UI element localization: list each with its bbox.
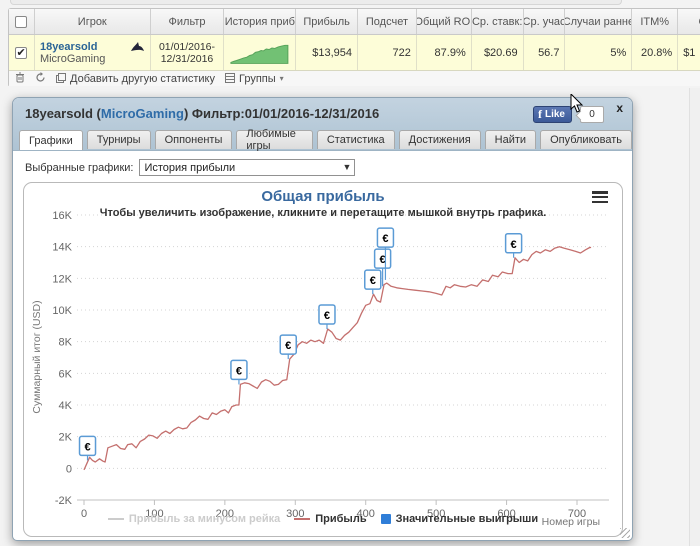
svg-text:€: € — [382, 233, 388, 245]
player-details-dialog: 18yearsold (MicroGaming) Фильтр:01/01/20… — [12, 97, 633, 541]
cursor-pointer-icon — [570, 94, 584, 113]
filter-value: 01/01/2016- 12/31/2016 — [151, 35, 225, 70]
col-count[interactable]: Подсчет — [358, 9, 417, 34]
cell-profit: $13,954 — [296, 35, 359, 70]
graph-selector-label: Выбранные графики: — [25, 161, 134, 174]
cell-avg-entrants: 56.7 — [524, 35, 566, 70]
page: Игрок Фильтр История приб Прибыль Подсче… — [0, 0, 700, 546]
cell-total-roi: 87.9% — [417, 35, 472, 70]
y-axis-title: Суммарный итог (USD) — [31, 300, 43, 414]
col-profit-history[interactable]: История приб — [224, 9, 297, 34]
cell-avg-stake: $20.69 — [472, 35, 524, 70]
svg-text:€: € — [380, 254, 386, 266]
add-statistic-button[interactable]: Добавить другую статистику — [56, 72, 215, 85]
select-all-checkbox[interactable] — [15, 15, 28, 28]
table-row: 18yearsold MicroGaming 01/01/2016- 12/31… — [9, 35, 700, 71]
legend-square-marker — [380, 514, 391, 524]
col-total-roi[interactable]: Общий ROI — [417, 9, 472, 34]
groups-icon — [225, 72, 235, 85]
tab-5[interactable]: Статистика — [316, 130, 395, 149]
legend-item-bigwins[interactable]: Значительные выигрыши — [380, 513, 538, 525]
top-panel-edge — [10, 0, 622, 5]
add-statistic-icon — [56, 72, 66, 85]
legend-item-profit[interactable]: Прибыль — [294, 513, 367, 525]
chart-subtitle: Чтобы увеличить изображение, кликните и … — [99, 207, 547, 219]
legend-line-marker — [107, 518, 124, 520]
cell-avg-partial: $1 — [678, 35, 700, 70]
chart-plot-area[interactable]: -2K02K4K6K8K10K12K14K16K0 100 200 300 400 500… — [24, 183, 622, 536]
stats-table: Игрок Фильтр История приб Прибыль Подсче… — [8, 8, 700, 86]
col-avg-entrants[interactable]: Ср. учас — [524, 9, 566, 34]
svg-text:4K: 4K — [59, 400, 73, 412]
legend-item-rake[interactable]: Прибыль за минусом рейка — [107, 513, 280, 525]
col-profit[interactable]: Прибыль — [296, 9, 359, 34]
cell-itm: 20.8% — [632, 35, 679, 70]
svg-text:-2K: -2K — [55, 495, 73, 507]
trash-icon[interactable] — [15, 72, 25, 85]
col-player[interactable]: Игрок — [35, 9, 151, 34]
svg-text:€: € — [285, 340, 291, 352]
dialog-tabs: Графики Турниры Оппоненты Любимые игры Стати… — [19, 128, 632, 152]
dialog-titlebar[interactable]: 18yearsold (MicroGaming) Фильтр:01/01/20… — [13, 98, 632, 152]
svg-text:6K: 6K — [59, 368, 73, 380]
col-filter[interactable]: Фильтр — [151, 9, 225, 34]
svg-text:€: € — [370, 275, 376, 287]
svg-text:€: € — [84, 441, 90, 453]
facebook-icon: f — [537, 107, 542, 121]
hamburger-menu-icon[interactable] — [592, 191, 608, 203]
groups-button[interactable]: Группы ▾ — [225, 72, 284, 85]
close-icon[interactable]: x — [616, 101, 623, 115]
cell-early-cases: 5% — [565, 35, 633, 70]
svg-text:14K: 14K — [52, 242, 72, 254]
col-itm[interactable]: ITM% — [632, 9, 679, 34]
player-link[interactable]: 18yearsold — [40, 41, 97, 53]
legend-line-marker — [294, 518, 311, 520]
row-checkbox[interactable] — [15, 46, 28, 59]
svg-text:€: € — [236, 365, 242, 377]
graph-select[interactable]: История прибыли ▼ — [139, 159, 356, 176]
tab-4[interactable]: Любимые игры — [236, 128, 313, 152]
svg-text:10K: 10K — [52, 305, 72, 317]
svg-text:€: € — [511, 239, 517, 251]
tab-6[interactable]: Достижения — [398, 130, 481, 149]
col-avg-stake[interactable]: Ср. ставк: — [472, 9, 524, 34]
tab-1[interactable]: Графики — [19, 130, 83, 150]
page-right-edge — [689, 88, 700, 546]
table-header-row: Игрок Фильтр История приб Прибыль Подсче… — [9, 9, 700, 35]
chart-legend: Прибыль за минусом рейка Прибыль Значите… — [24, 513, 622, 525]
tab-3[interactable]: Оппоненты — [154, 130, 233, 149]
tab-7[interactable]: Найти — [484, 130, 537, 149]
svg-text:12K: 12K — [52, 273, 72, 285]
resize-grip-icon[interactable] — [619, 527, 630, 538]
select-arrow-icon: ▼ — [342, 162, 352, 172]
dropdown-arrow-icon: ▾ — [279, 74, 284, 83]
profit-sparkline[interactable] — [229, 40, 290, 66]
tab-2[interactable]: Турниры — [86, 130, 151, 149]
svg-text:2K: 2K — [59, 432, 73, 444]
cell-count: 722 — [358, 35, 417, 70]
svg-text:8K: 8K — [59, 337, 73, 349]
dialog-title: 18yearsold (MicroGaming) Фильтр:01/01/20… — [25, 106, 380, 121]
svg-text:€: € — [324, 310, 330, 322]
dialog-body: Выбранные графики: История прибыли ▼ -2K… — [13, 151, 632, 540]
refresh-icon[interactable] — [35, 72, 46, 85]
table-toolbar: Добавить другую статистику Группы ▾ — [9, 71, 700, 86]
col-early-cases[interactable]: Случаи ранне — [565, 9, 633, 34]
chart-title: Общая прибыль — [261, 188, 385, 205]
svg-text:0: 0 — [66, 463, 72, 475]
profit-chart[interactable]: -2K 0 2K 4K 6K 8K 10K 12K 14K 16K 0 100 200 300 400 500… — [23, 182, 623, 537]
player-network: MicroGaming — [39, 52, 106, 65]
tab-8[interactable]: Опубликовать — [540, 130, 632, 149]
network-link[interactable]: MicroGaming — [101, 106, 184, 121]
col-avg-partial[interactable]: Ср. п — [678, 9, 700, 34]
shark-icon — [130, 41, 144, 51]
facebook-like-button[interactable]: f Like — [532, 106, 572, 123]
x-axis-title: Номер игры — [541, 516, 600, 528]
